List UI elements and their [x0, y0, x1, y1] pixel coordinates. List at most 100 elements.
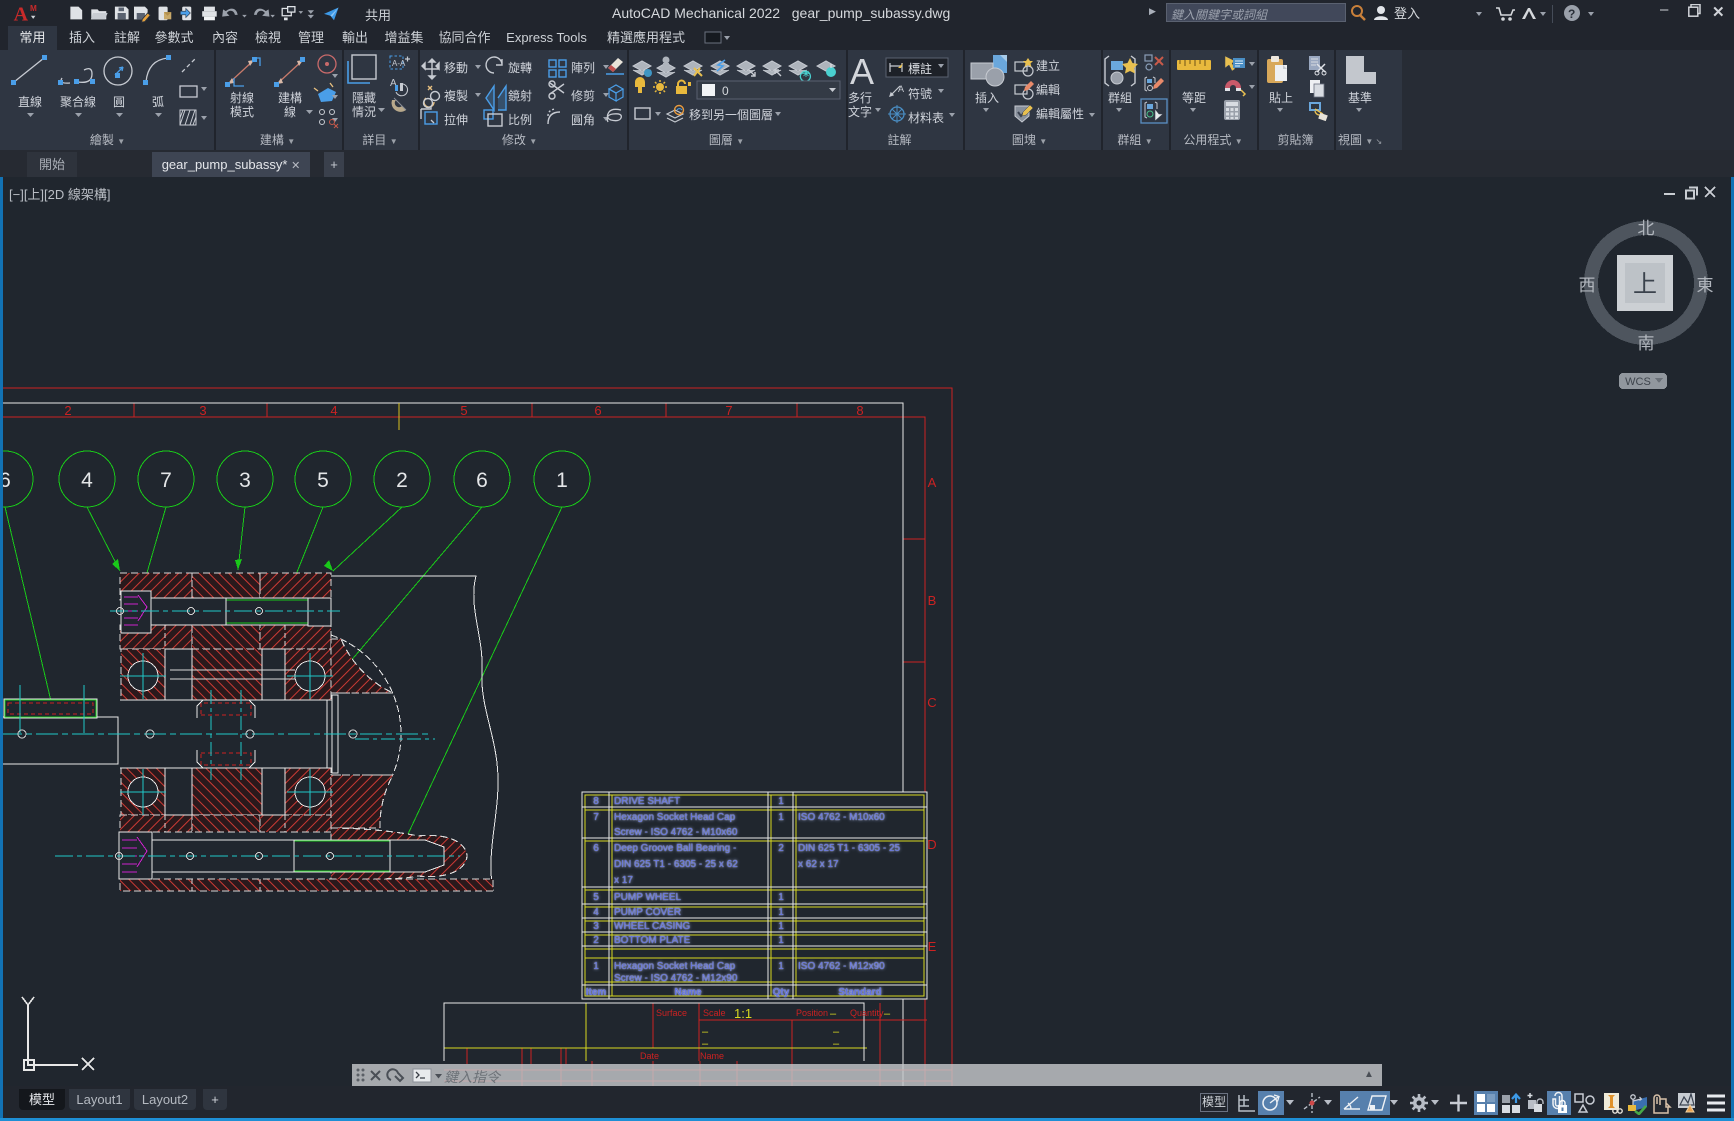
svg-text:7: 7: [160, 469, 172, 492]
svg-text:A: A: [898, 84, 904, 94]
svg-text:1: 1: [778, 921, 784, 932]
svg-text:PUMP COVER: PUMP COVER: [614, 907, 681, 918]
svg-text:4: 4: [81, 469, 93, 492]
svg-text:1: 1: [778, 907, 784, 918]
svg-text:材料表: 材料表: [908, 111, 944, 125]
svg-text:6: 6: [593, 843, 599, 854]
svg-text:Item: Item: [586, 987, 607, 998]
svg-text:群組: 群組: [1108, 91, 1132, 105]
svg-text:ISO 4762 - M10x60: ISO 4762 - M10x60: [798, 812, 885, 823]
svg-text:6: 6: [476, 469, 488, 492]
svg-text:–: –: [884, 1008, 891, 1020]
svg-text:符號: 符號: [908, 86, 932, 101]
svg-text:上: 上: [1633, 271, 1657, 298]
svg-text:C: C: [927, 695, 936, 710]
svg-text:聚合線: 聚合線: [60, 94, 96, 109]
svg-text:x 17: x 17: [614, 875, 633, 886]
svg-text:A: A: [850, 51, 874, 92]
svg-text:DIN 625 T1 - 6305 - 25 x 62: DIN 625 T1 - 6305 - 25 x 62: [614, 859, 738, 870]
svg-text:Quantity: Quantity: [850, 1008, 884, 1018]
svg-text:–: –: [702, 1038, 709, 1050]
svg-text:文字: 文字: [848, 104, 872, 119]
svg-text:A: A: [14, 3, 29, 23]
svg-text:南: 南: [1638, 334, 1655, 353]
svg-text:射線: 射線: [230, 90, 254, 105]
svg-text:5: 5: [593, 892, 599, 903]
svg-text:Surface: Surface: [656, 1008, 687, 1018]
svg-text:北: 北: [1638, 219, 1655, 238]
svg-text:ISO 4762 - M12x90: ISO 4762 - M12x90: [798, 961, 885, 972]
svg-text:複製: 複製: [444, 88, 468, 103]
svg-text:情況: 情況: [352, 104, 376, 119]
svg-text:移到另一個圖層: 移到另一個圖層: [689, 108, 773, 122]
svg-text:E: E: [928, 939, 937, 954]
svg-text:Name: Name: [674, 987, 702, 998]
svg-text:等距: 等距: [1182, 91, 1206, 105]
svg-text:Hexagon Socket Head Cap: Hexagon Socket Head Cap: [614, 961, 736, 972]
svg-text:Date: Date: [640, 1051, 659, 1061]
svg-text:Scale: Scale: [703, 1008, 726, 1018]
svg-text:插入: 插入: [975, 91, 999, 105]
svg-text:多行: 多行: [848, 91, 872, 105]
svg-text:1: 1: [778, 961, 784, 972]
svg-text:建立: 建立: [1036, 58, 1060, 73]
svg-text:5: 5: [460, 403, 467, 418]
svg-text:0: 0: [722, 84, 729, 98]
svg-text:B: B: [928, 593, 937, 608]
svg-text:陣列: 陣列: [571, 61, 595, 75]
svg-text:Deep Groove Ball Bearing -: Deep Groove Ball Bearing -: [614, 843, 736, 854]
svg-text:–: –: [830, 1008, 837, 1020]
svg-text:DRIVE SHAFT: DRIVE SHAFT: [614, 796, 680, 807]
svg-text:5: 5: [317, 469, 329, 492]
svg-text:–: –: [702, 1026, 709, 1038]
svg-text:圓: 圓: [113, 95, 125, 109]
svg-text:圓角: 圓角: [571, 113, 595, 127]
svg-text:4: 4: [593, 907, 599, 918]
svg-text:2: 2: [778, 843, 784, 854]
svg-text:Standard: Standard: [838, 987, 881, 998]
svg-text:編輯屬性: 編輯屬性: [1036, 106, 1084, 121]
svg-text:1: 1: [778, 935, 784, 946]
svg-text:1: 1: [556, 469, 568, 492]
svg-text:修剪: 修剪: [571, 88, 595, 103]
svg-text:東: 東: [1697, 276, 1714, 295]
svg-text:拉伸: 拉伸: [444, 112, 468, 127]
svg-text:x 62 x 17: x 62 x 17: [798, 859, 839, 870]
svg-text:弧: 弧: [152, 95, 164, 109]
svg-text:8: 8: [856, 403, 863, 418]
svg-text:建構: 建構: [278, 91, 302, 105]
svg-text:2: 2: [396, 469, 408, 492]
svg-text:D: D: [927, 837, 936, 852]
svg-text:A-A: A-A: [392, 59, 406, 68]
svg-text:標註: 標註: [908, 62, 932, 76]
svg-text:3: 3: [593, 921, 599, 932]
svg-text:1:1: 1:1: [734, 1006, 752, 1021]
svg-text:1: 1: [778, 892, 784, 903]
svg-text:–: –: [833, 1038, 840, 1050]
svg-text:Screw - ISO 4762 - M10x60: Screw - ISO 4762 - M10x60: [614, 827, 738, 838]
svg-text:Qty: Qty: [773, 987, 790, 998]
svg-text:直線: 直線: [18, 94, 42, 109]
svg-text:1: 1: [593, 961, 599, 972]
svg-text:Hexagon Socket Head Cap: Hexagon Socket Head Cap: [614, 812, 736, 823]
svg-text:隱藏: 隱藏: [352, 91, 376, 105]
svg-text:1: 1: [778, 812, 784, 823]
svg-text:1: 1: [778, 796, 784, 807]
svg-text:M: M: [30, 4, 37, 13]
svg-text:登入: 登入: [1394, 6, 1420, 21]
svg-text:Name: Name: [700, 1051, 724, 1061]
svg-text:WHEEL CASING: WHEEL CASING: [614, 921, 691, 932]
svg-text:2: 2: [593, 935, 599, 946]
svg-text:貼上: 貼上: [1269, 90, 1293, 105]
svg-text:旋轉: 旋轉: [508, 61, 532, 75]
svg-text:3: 3: [199, 403, 206, 418]
svg-text:移動: 移動: [444, 61, 468, 75]
svg-text:西: 西: [1579, 276, 1596, 295]
svg-text:7: 7: [725, 403, 732, 418]
svg-text:7: 7: [593, 812, 599, 823]
svg-text:基準: 基準: [1348, 90, 1372, 105]
svg-text:比例: 比例: [508, 113, 532, 127]
svg-text:PUMP WHEEL: PUMP WHEEL: [614, 892, 681, 903]
svg-text:–: –: [833, 1026, 840, 1038]
svg-text:8: 8: [593, 796, 599, 807]
